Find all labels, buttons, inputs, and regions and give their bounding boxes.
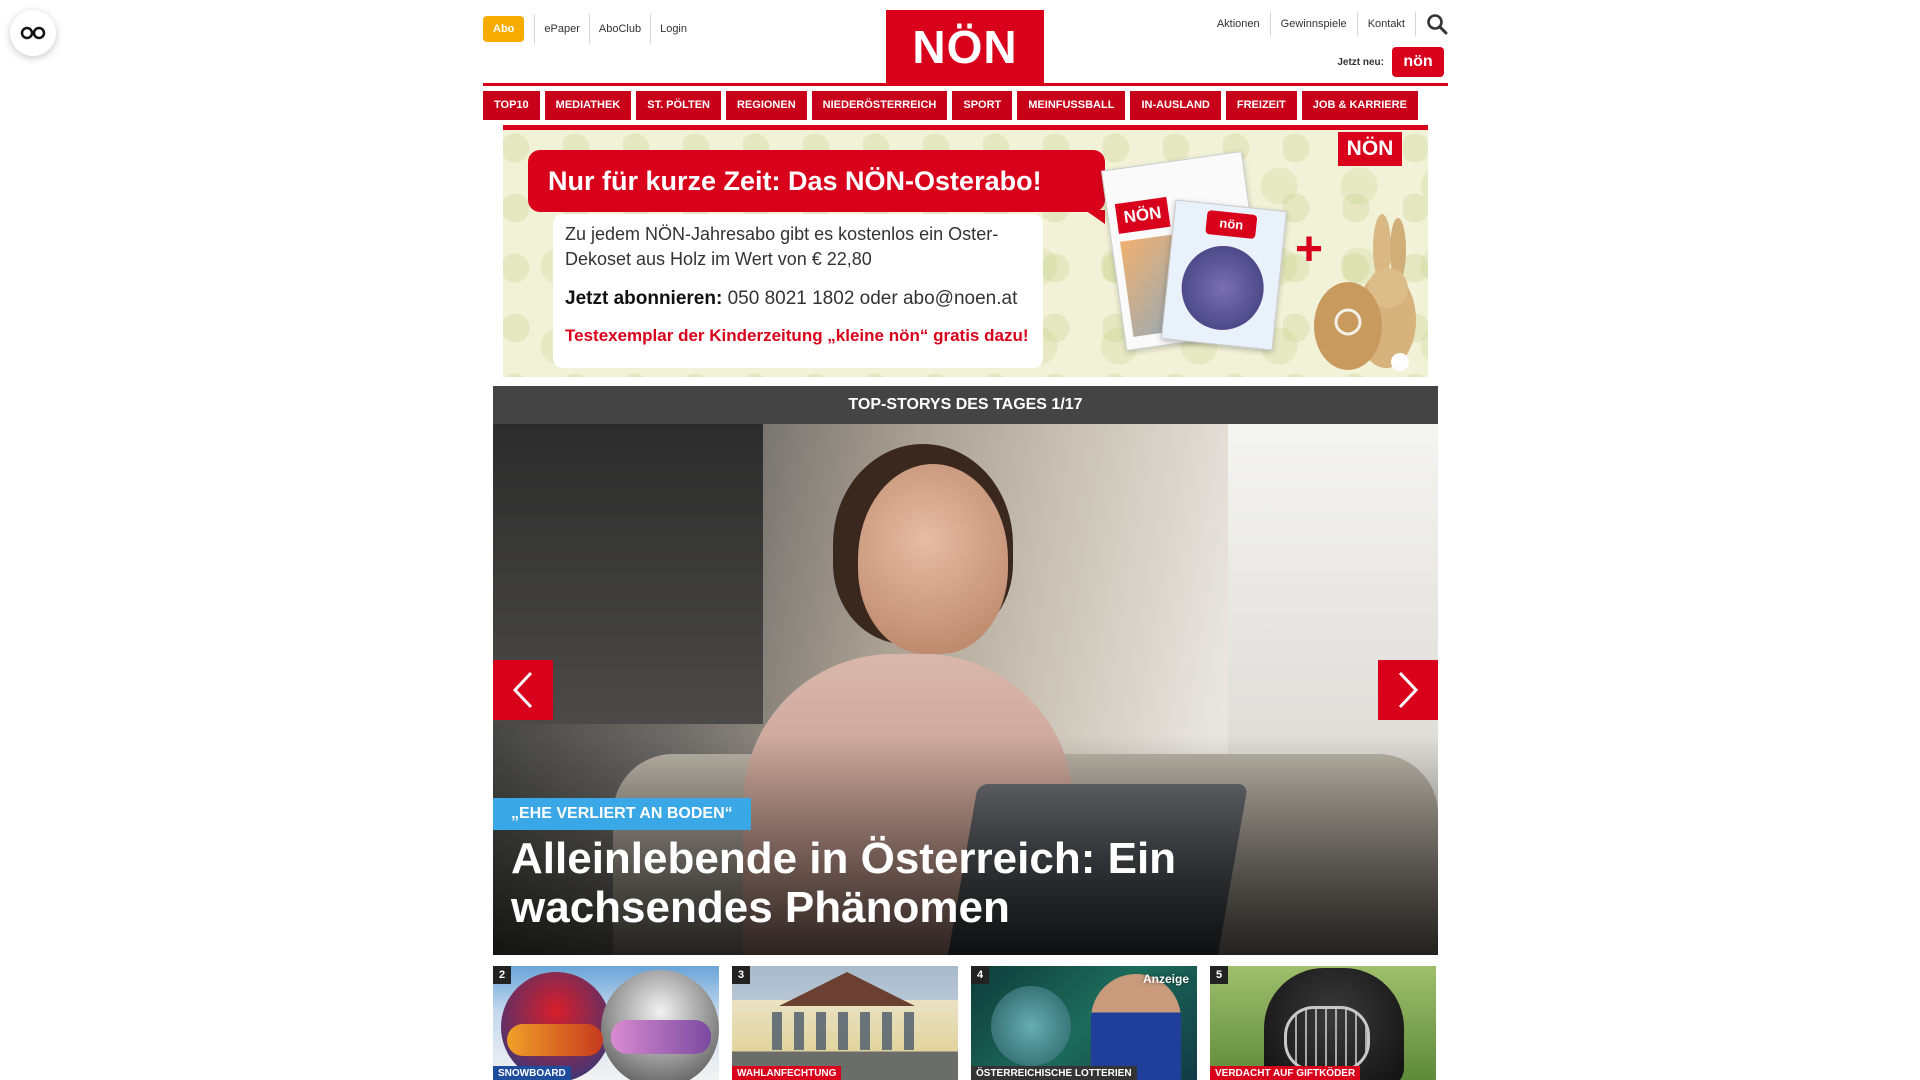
story-category: VERDACHT AUF GIFTKÖDER xyxy=(1210,1066,1361,1080)
building-windows xyxy=(772,1012,922,1050)
dog-photo xyxy=(1210,966,1436,1080)
chevron-left-icon xyxy=(512,671,533,709)
ad-cta: Jetzt abonnieren: 050 8021 1802 oder abo… xyxy=(565,288,1017,310)
top-stories-bar: TOP-STORYS DES TAGES 1/17 xyxy=(493,386,1438,424)
ad-body-text: Zu jedem NÖN-Jahresabo gibt es kostenlos… xyxy=(565,224,999,269)
story-category: ÖSTERREICHISCHE LOTTERIEN xyxy=(971,1066,1137,1080)
ad-kids-magazine-image: nön xyxy=(1160,199,1288,351)
story-category: SNOWBOARD xyxy=(493,1066,571,1080)
nav-item-niederoesterreich[interactable]: NIEDERÖSTERREICH xyxy=(811,91,948,120)
story-number: 3 xyxy=(732,966,750,984)
carousel-next-button[interactable] xyxy=(1378,660,1438,720)
building-photo xyxy=(732,966,958,1080)
reader-glasses-icon xyxy=(20,26,46,40)
header-right-links: Aktionen Gewinnspiele Kontakt xyxy=(1207,12,1448,36)
aboclub-link[interactable]: AboClub xyxy=(588,14,650,44)
snowboard-photo xyxy=(493,966,719,1080)
nav-item-freizeit[interactable]: FREIZEIT xyxy=(1225,91,1297,120)
new-product-row: Jetzt neu: nön xyxy=(1337,47,1444,77)
nav-item-top10[interactable]: TOP10 xyxy=(483,91,540,120)
header-divider xyxy=(483,83,1448,86)
aktionen-link[interactable]: Aktionen xyxy=(1207,12,1271,36)
ad-headline: Nur für kurze Zeit: Das NÖN-Osterabo! xyxy=(528,150,1105,224)
osterabo-ad-banner[interactable]: Nur für kurze Zeit: Das NÖN-Osterabo! Zu… xyxy=(503,130,1428,377)
ad-cta-contact: 050 8021 1802 oder abo@noen.at xyxy=(727,288,1018,309)
story-category: WAHLANFECHTUNG xyxy=(732,1066,842,1080)
kleine-noen-logo[interactable]: nön xyxy=(1392,47,1444,77)
ad-noen-logo: NÖN xyxy=(1338,132,1402,166)
header-left-links: Abo ePaper AboClub Login xyxy=(483,14,696,44)
story-number: 2 xyxy=(493,966,511,984)
ad-kids-photo xyxy=(1177,241,1268,334)
kontakt-link[interactable]: Kontakt xyxy=(1358,12,1416,36)
nav-item-regionen[interactable]: REGIONEN xyxy=(725,91,807,120)
easter-bunny-egg-image xyxy=(1314,214,1416,371)
reader-mode-button[interactable] xyxy=(10,10,56,56)
nav-item-sport[interactable]: SPORT xyxy=(952,91,1013,120)
story-number: 5 xyxy=(1210,966,1228,984)
ad-newspaper-logo: NÖN xyxy=(1114,196,1171,234)
ad-kids-logo: nön xyxy=(1205,209,1258,240)
carousel-prev-button[interactable] xyxy=(493,660,553,720)
story-number: 4 xyxy=(971,966,989,984)
nav-item-st-poelten[interactable]: ST. PÖLTEN xyxy=(636,91,721,120)
story-thumb-5[interactable]: 5 VERDACHT AUF GIFTKÖDER xyxy=(1210,966,1436,1080)
nav-item-in-ausland[interactable]: IN-AUSLAND xyxy=(1130,91,1221,120)
login-link[interactable]: Login xyxy=(650,14,696,44)
dog-muzzle xyxy=(1284,1006,1370,1072)
nav-item-job-karriere[interactable]: JOB & KARRIERE xyxy=(1301,91,1418,120)
story-thumb-3[interactable]: 3 WAHLANFECHTUNG xyxy=(732,966,958,1080)
story-thumbnails: 2 SNOWBOARD 3 WAHLANFECHTUNG 4 Anzeige Ö… xyxy=(493,966,1438,1080)
epaper-link[interactable]: ePaper xyxy=(534,14,588,44)
nav-item-mediathek[interactable]: MEDIATHEK xyxy=(544,91,632,120)
hero-title[interactable]: Alleinlebende in Österreich: Ein wachsen… xyxy=(511,834,1411,932)
abo-button[interactable]: Abo xyxy=(483,16,525,42)
search-icon[interactable] xyxy=(1426,13,1448,35)
presenter xyxy=(1091,974,1181,1080)
new-label: Jetzt neu: xyxy=(1337,56,1384,68)
sponsored-label: Anzeige xyxy=(1142,972,1189,986)
building-roof xyxy=(779,972,915,1006)
goggles-left xyxy=(507,1024,603,1056)
goggles-right xyxy=(611,1020,711,1054)
ad-cta-label: Jetzt abonnieren: xyxy=(565,288,723,309)
hero-image-face xyxy=(858,464,1008,654)
hero-story[interactable]: „EHE VERLIERT AN BODEN“ Alleinlebende in… xyxy=(493,424,1438,955)
main-nav: TOP10 MEDIATHEK ST. PÖLTEN REGIONEN NIED… xyxy=(483,91,1448,120)
story-thumb-2[interactable]: 2 SNOWBOARD xyxy=(493,966,719,1080)
site-logo[interactable]: NÖN xyxy=(886,10,1044,84)
story-thumb-4[interactable]: 4 Anzeige ÖSTERREICHISCHE LOTTERIEN xyxy=(971,966,1197,1080)
ad-text-panel: Zu jedem NÖN-Jahresabo gibt es kostenlos… xyxy=(553,214,1043,368)
lottery-drum xyxy=(991,986,1071,1066)
gewinnspiele-link[interactable]: Gewinnspiele xyxy=(1271,12,1358,36)
ad-red-line: Testexemplar der Kinderzeitung „kleine n… xyxy=(565,326,1029,345)
page-container: Abo ePaper AboClub Login NÖN Aktionen Ge… xyxy=(483,0,1448,1080)
chevron-right-icon xyxy=(1398,671,1419,709)
nav-item-meinfussball[interactable]: MEINFUSSBALL xyxy=(1017,91,1126,120)
hero-tag: „EHE VERLIERT AN BODEN“ xyxy=(493,798,751,830)
